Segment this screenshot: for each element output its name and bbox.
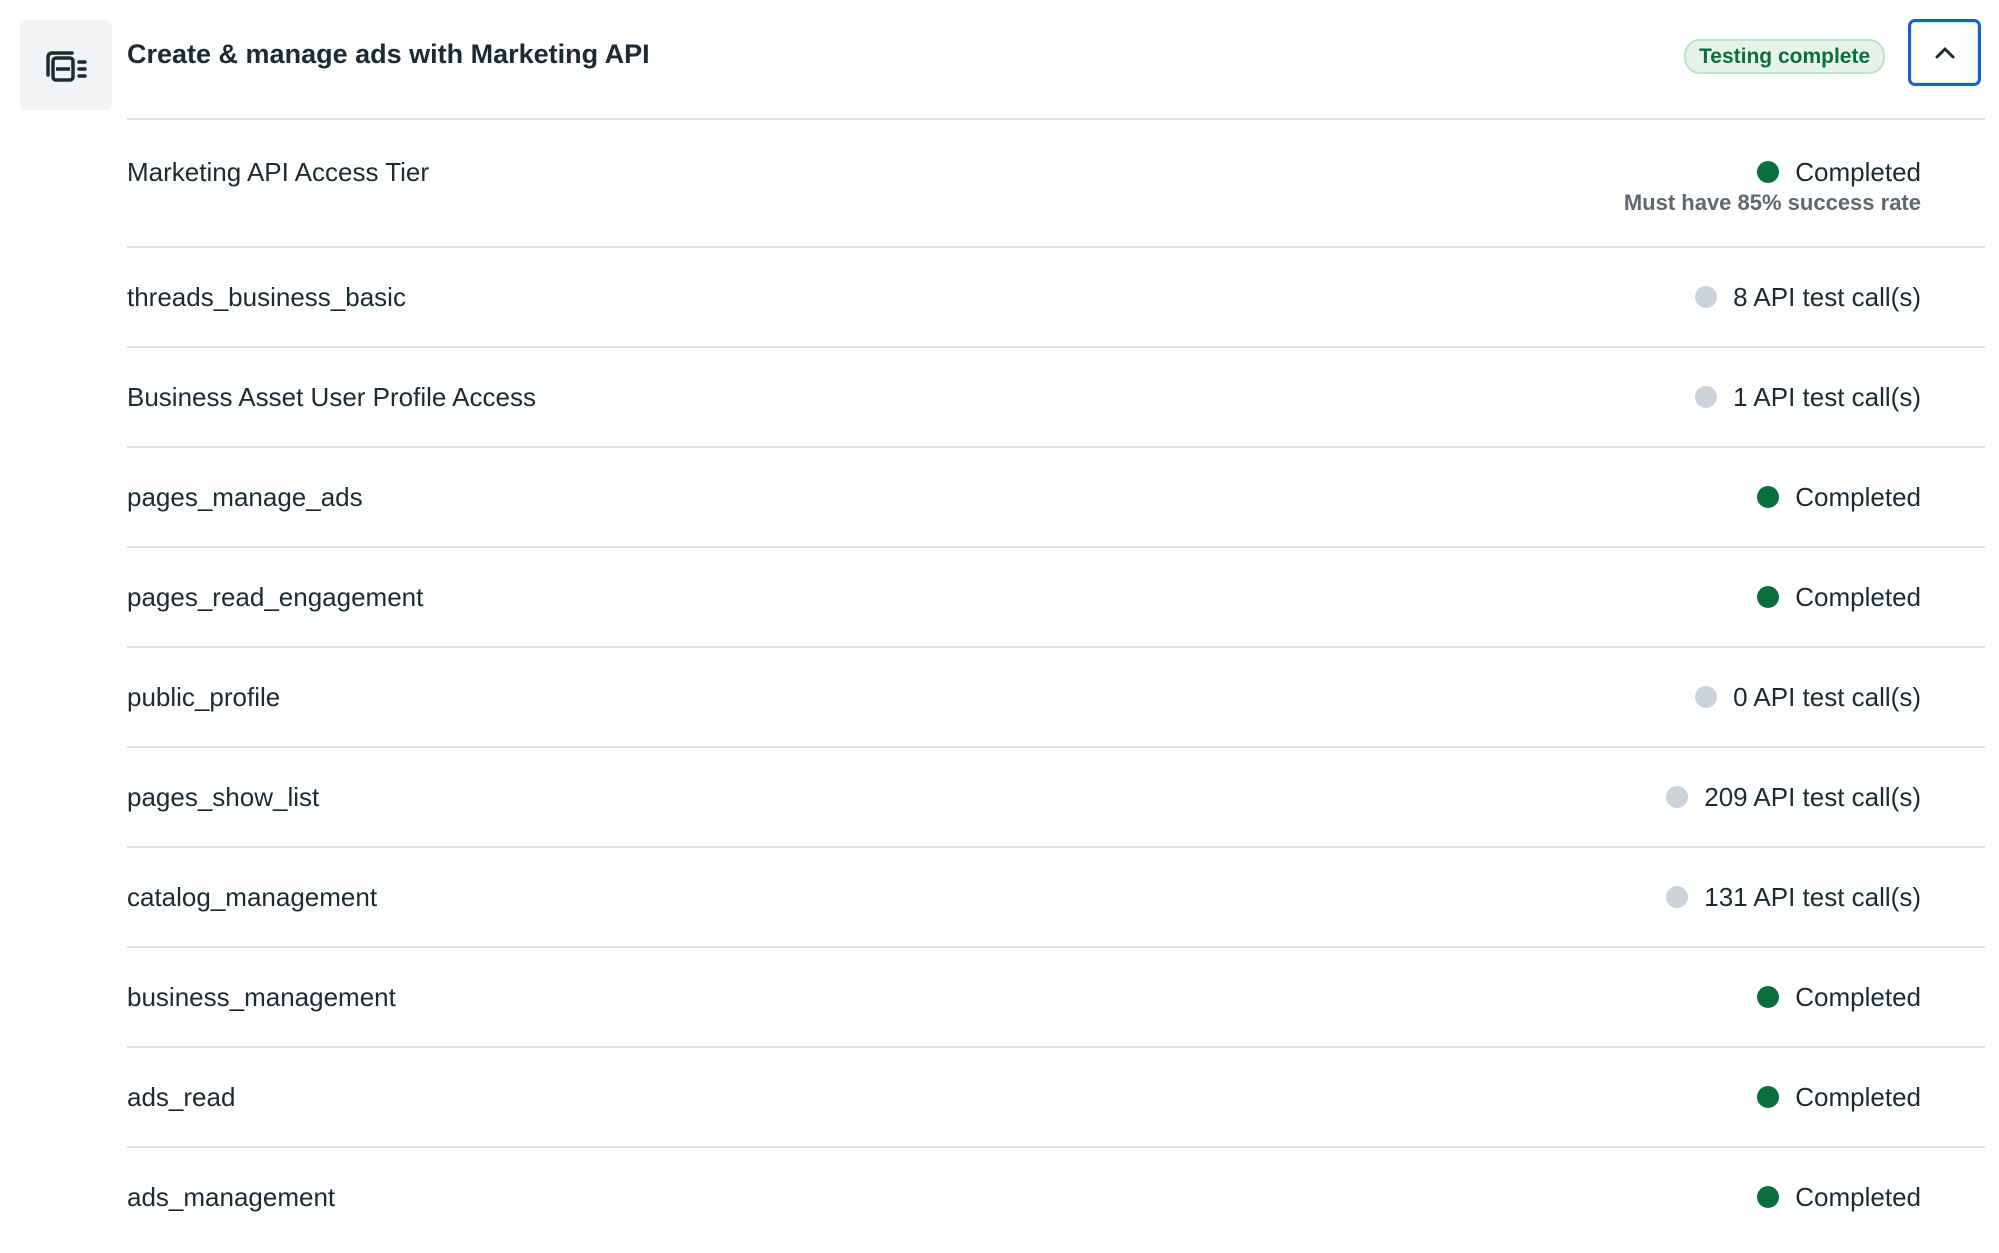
permission-name: threads_business_basic (127, 282, 406, 312)
status-text: Completed (1795, 1081, 1921, 1112)
permission-name: ads_read (127, 1082, 236, 1112)
status-dot-icon (1757, 986, 1780, 1008)
permission-status: 209 API test call(s) (1666, 748, 1921, 846)
status-text: Completed (1795, 581, 1921, 612)
status-dot-icon (1695, 686, 1718, 708)
permission-status: Completed (1757, 948, 1921, 1046)
permission-status: Completed (1757, 1048, 1921, 1146)
status-text: 131 API test call(s) (1704, 881, 1921, 912)
status-text: Completed (1795, 1181, 1921, 1212)
status-text: Completed (1795, 981, 1921, 1012)
permission-row: public_profile 0 API test call(s) (127, 646, 1985, 746)
permission-name: Marketing API Access Tier (127, 157, 430, 187)
collapse-button[interactable] (1908, 19, 1981, 86)
status-dot-icon (1695, 286, 1718, 308)
permission-name: Business Asset User Profile Access (127, 382, 536, 412)
permission-row: pages_show_list 209 API test call(s) (127, 746, 1985, 846)
permission-row: Business Asset User Profile Access 1 API… (127, 346, 1985, 446)
permission-status: Completed (1757, 548, 1921, 646)
permission-row: ads_read Completed (127, 1046, 1985, 1146)
status-badge: Testing complete (1684, 39, 1886, 74)
permission-name: public_profile (127, 682, 281, 712)
ads-stack-icon-svg (46, 51, 87, 82)
status-dot-icon (1666, 786, 1689, 808)
permission-status: Completed (1757, 154, 1921, 190)
permission-status: 0 API test call(s) (1695, 648, 1921, 746)
status-dot-icon (1757, 486, 1780, 508)
permission-name: pages_show_list (127, 782, 320, 812)
permission-name: business_management (127, 982, 396, 1012)
status-dot-icon (1757, 161, 1780, 183)
requirement-note: Must have 85% success rate (1623, 190, 1921, 215)
permission-row: catalog_management 131 API test call(s) (127, 846, 1985, 946)
status-dot-icon (1666, 886, 1689, 908)
permission-name: pages_read_engagement (127, 582, 424, 612)
status-text: 1 API test call(s) (1733, 381, 1921, 412)
permission-status: 1 API test call(s) (1695, 348, 1921, 446)
permission-status: 131 API test call(s) (1666, 848, 1921, 946)
permission-row: Marketing API Access Tier Completed Must… (127, 118, 1985, 246)
status-dot-icon (1695, 386, 1718, 408)
status-dot-icon (1757, 1086, 1780, 1108)
use-case-panel: Create & manage ads with Marketing API T… (0, 0, 1999, 1253)
permission-status: 8 API test call(s) (1695, 248, 1921, 346)
status-dot-icon (1757, 1186, 1780, 1208)
permission-row: business_management Completed (127, 946, 1985, 1046)
section-title: Create & manage ads with Marketing API (127, 39, 650, 69)
permission-name: pages_manage_ads (127, 482, 363, 512)
permission-name: ads_management (127, 1182, 336, 1212)
permission-row: threads_business_basic 8 API test call(s… (127, 246, 1985, 346)
permission-row: pages_read_engagement Completed (127, 546, 1985, 646)
status-dot-icon (1757, 586, 1780, 608)
permission-name: catalog_management (127, 882, 378, 912)
ads-stack-icon (20, 20, 112, 110)
status-text: Completed (1795, 156, 1921, 187)
status-text: 209 API test call(s) (1704, 781, 1921, 812)
status-text: Completed (1795, 481, 1921, 512)
chevron-up-icon (1935, 47, 1954, 58)
status-text: 0 API test call(s) (1733, 681, 1921, 712)
permission-status: Completed (1757, 1148, 1921, 1246)
permission-row: pages_manage_ads Completed (127, 446, 1985, 546)
permission-status: Completed (1757, 448, 1921, 546)
permission-row: ads_management Completed (127, 1146, 1985, 1246)
permission-list: Marketing API Access Tier Completed Must… (127, 118, 1985, 1246)
status-text: 8 API test call(s) (1733, 281, 1921, 312)
